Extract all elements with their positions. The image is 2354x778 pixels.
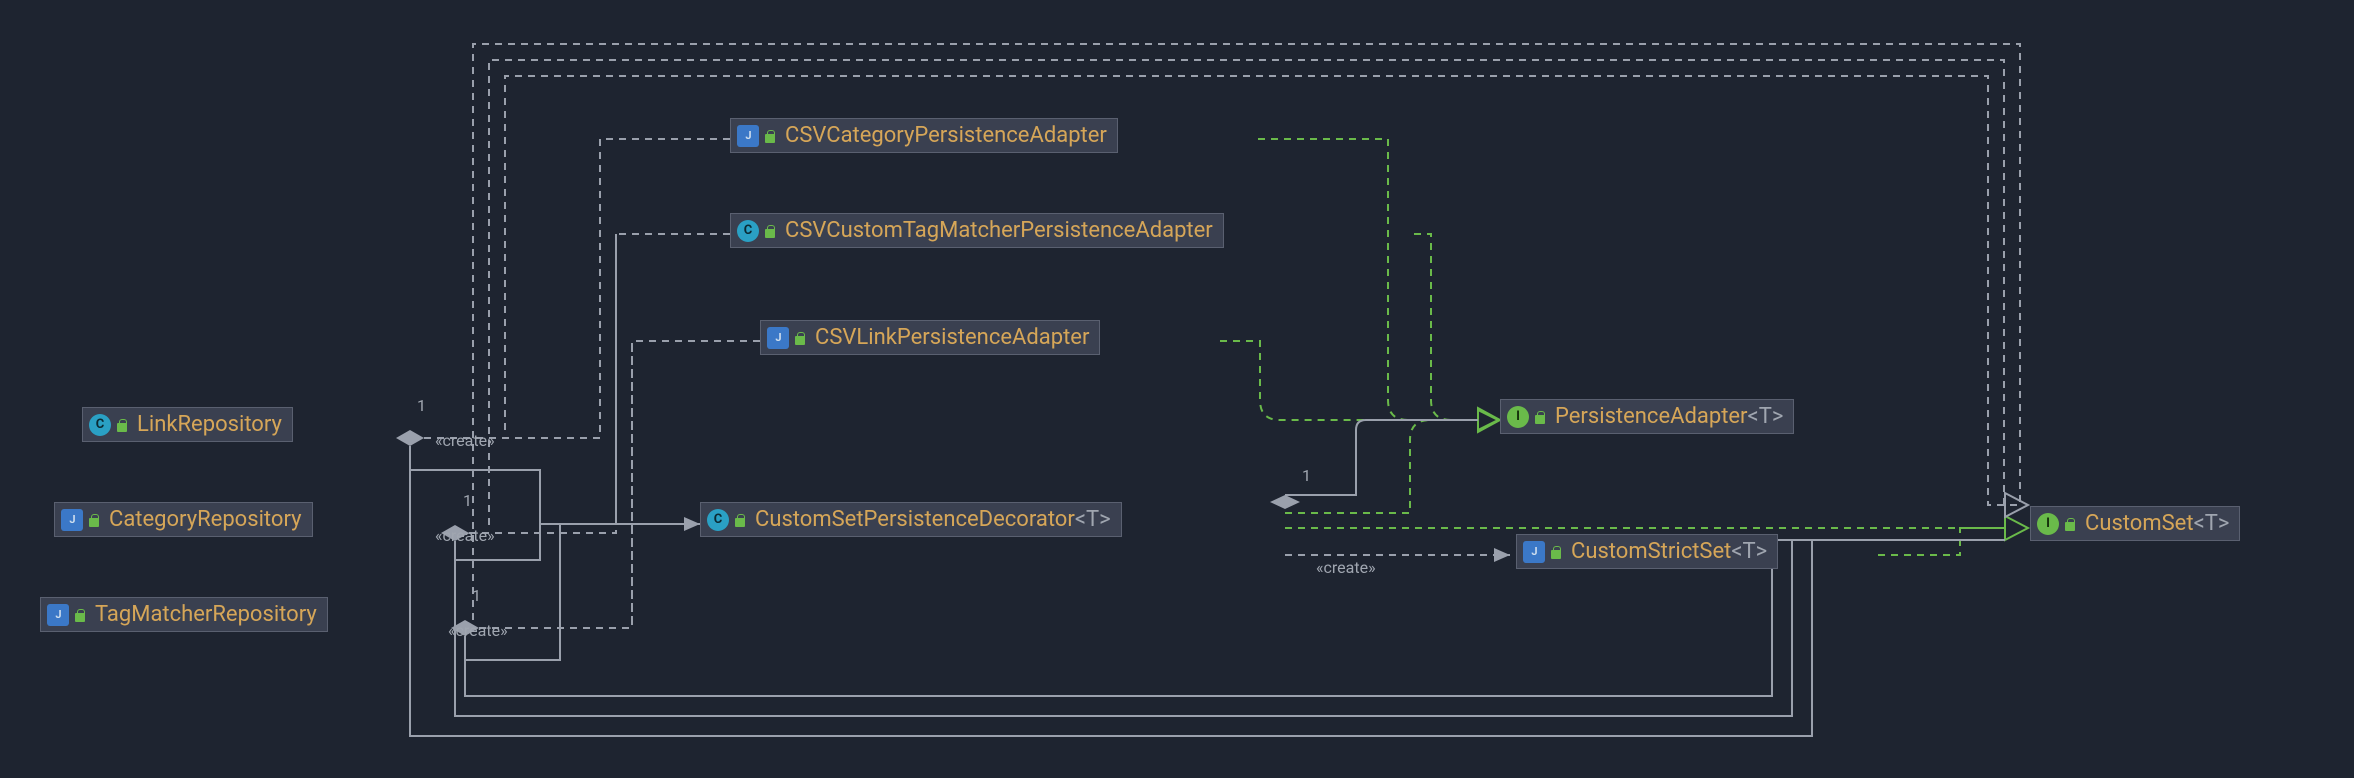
multiplicity-label: 1 — [470, 586, 483, 605]
lock-icon — [73, 608, 87, 622]
class-icon: C — [89, 414, 111, 436]
edge — [479, 341, 632, 628]
interface-icon: I — [2037, 513, 2059, 535]
multiplicity-label: 1 — [415, 396, 428, 415]
interface-node-persistence-adapter[interactable]: I PersistenceAdapter<T> — [1500, 399, 1794, 434]
lock-icon — [1533, 410, 1547, 424]
edge — [616, 234, 730, 525]
class-node-category-repository[interactable]: J CategoryRepository — [54, 502, 313, 537]
stereotype-label: «create» — [446, 621, 510, 640]
edge-realization — [1258, 139, 1478, 420]
edge — [424, 139, 600, 438]
realization-arrowhead — [1478, 410, 1498, 430]
realization-arrowhead — [1478, 408, 1500, 432]
lock-icon — [763, 129, 777, 143]
class-name: CategoryRepository — [109, 507, 302, 532]
class-name: CustomStrictSet — [1571, 539, 1731, 564]
edge-association — [1285, 420, 1478, 495]
lock-icon — [87, 513, 101, 527]
interface-node-custom-set[interactable]: I CustomSet<T> — [2030, 506, 2240, 541]
arrowhead — [684, 517, 700, 531]
class-name: CustomSet — [2085, 511, 2194, 536]
lock-icon — [793, 331, 807, 345]
class-name: CustomSetPersistenceDecorator — [755, 507, 1075, 532]
class-icon: C — [707, 509, 729, 531]
multiplicity-label: 1 — [1300, 466, 1313, 485]
class-name: CSVCategoryPersistenceAdapter — [785, 123, 1107, 148]
type-parameter: <T> — [1731, 539, 1767, 564]
stereotype-label: «create» — [433, 526, 497, 545]
edge-realization — [1220, 341, 1478, 420]
class-node-custom-set-persistence-decorator[interactable]: C CustomSetPersistenceDecorator<T> — [700, 502, 1122, 537]
edge — [489, 60, 2004, 525]
class-name: CSVLinkPersistenceAdapter — [815, 325, 1089, 350]
multiplicity-label: 1 — [461, 491, 474, 510]
java-file-icon: J — [61, 509, 83, 531]
stereotype-label: «create» — [1314, 558, 1378, 577]
class-name: CSVCustomTagMatcherPersistenceAdapter — [785, 218, 1213, 243]
edge-realization — [1414, 234, 1478, 420]
class-name: PersistenceAdapter — [1555, 404, 1748, 429]
aggregation-diamond — [1270, 495, 1300, 509]
edge-realization — [1285, 420, 1478, 513]
java-file-icon: J — [1523, 541, 1545, 563]
type-parameter: <T> — [1748, 404, 1784, 429]
type-parameter: <T> — [1075, 507, 1111, 532]
edge — [600, 139, 730, 430]
java-file-icon: J — [737, 125, 759, 147]
stereotype-label: «create» — [433, 431, 497, 450]
lock-icon — [115, 418, 129, 432]
edge-association — [410, 446, 2005, 736]
java-file-icon: J — [767, 327, 789, 349]
class-icon: C — [737, 220, 759, 242]
diagram-edges — [0, 0, 2354, 778]
class-node-link-repository[interactable]: C LinkRepository — [82, 407, 293, 442]
lock-icon — [2063, 517, 2077, 531]
dependency-arrowhead — [1494, 548, 1510, 562]
edge — [632, 341, 760, 620]
class-name: LinkRepository — [137, 412, 282, 437]
aggregation-diamond — [396, 430, 424, 446]
edge-realization — [1878, 528, 2005, 555]
type-parameter: <T> — [2194, 511, 2230, 536]
lock-icon — [733, 513, 747, 527]
class-node-custom-strict-set[interactable]: J CustomStrictSet<T> — [1516, 534, 1778, 569]
class-node-csv-link-persistence-adapter[interactable]: J CSVLinkPersistenceAdapter — [760, 320, 1100, 355]
realization-arrowhead — [2005, 516, 2028, 540]
class-name: TagMatcherRepository — [95, 602, 317, 627]
arrowhead — [2005, 493, 2028, 517]
class-node-tag-matcher-repository[interactable]: J TagMatcherRepository — [40, 597, 328, 632]
uml-class-diagram: 1 «create» 1 «create» 1 «create» 1 «crea… — [0, 0, 2354, 778]
lock-icon — [1549, 545, 1563, 559]
edge — [469, 234, 616, 533]
java-file-icon: J — [47, 604, 69, 626]
interface-icon: I — [1507, 406, 1529, 428]
class-node-csv-category-persistence-adapter[interactable]: J CSVCategoryPersistenceAdapter — [730, 118, 1118, 153]
class-node-csv-custom-tag-matcher-persistence-adapter[interactable]: C CSVCustomTagMatcherPersistenceAdapter — [730, 213, 1224, 248]
lock-icon — [763, 224, 777, 238]
edge-create — [410, 446, 700, 524]
